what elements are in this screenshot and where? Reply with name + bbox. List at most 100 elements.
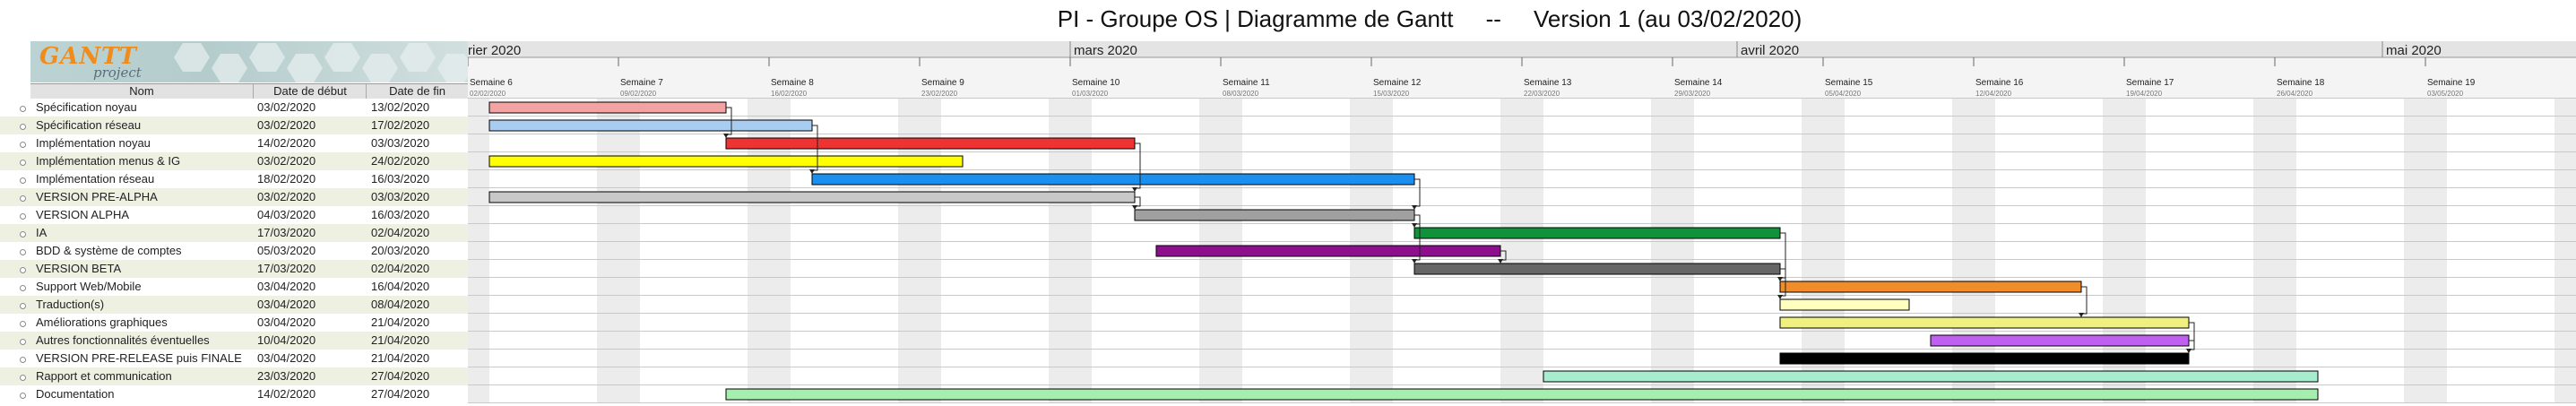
task-start-date: 23/03/2020 [257, 369, 316, 383]
task-name: BDD & système de comptes [36, 244, 182, 257]
task-bar [1155, 245, 1501, 257]
task-row[interactable]: Documentation 14/02/2020 27/04/2020 [0, 385, 468, 403]
weekend-band [468, 99, 489, 403]
task-bullet-icon [20, 285, 26, 291]
task-row[interactable]: Traduction(s) 03/04/2020 08/04/2020 [0, 296, 468, 314]
task-name: Traduction(s) [36, 298, 105, 311]
column-header-start[interactable]: Date de début [253, 84, 367, 99]
week-label: Semaine 16 [1975, 78, 2024, 88]
task-name: VERSION ALPHA [36, 208, 130, 221]
week-date: 01/03/2020 [1072, 90, 1109, 98]
task-row[interactable]: Spécification réseau 03/02/2020 17/02/2020 [0, 117, 468, 134]
task-bullet-icon [20, 142, 26, 148]
task-end-date: 08/04/2020 [371, 298, 430, 311]
dependency-arrow [2186, 349, 2191, 353]
task-start-date: 03/02/2020 [257, 118, 316, 132]
task-end-date: 21/04/2020 [371, 315, 430, 329]
task-end-date: 03/03/2020 [371, 136, 430, 150]
task-start-date: 14/02/2020 [257, 387, 316, 401]
week-date: 09/02/2020 [620, 90, 657, 98]
task-bar [488, 101, 727, 114]
task-start-date: 17/03/2020 [257, 262, 316, 275]
task-end-date: 27/04/2020 [371, 387, 430, 401]
task-table-header: Nom Date de début Date de fin [30, 83, 468, 99]
task-start-date: 03/04/2020 [257, 280, 316, 293]
task-bar [1134, 209, 1415, 221]
hexagon-pattern [174, 43, 468, 82]
task-end-date: 02/04/2020 [371, 226, 430, 239]
column-header-end[interactable]: Date de fin [366, 84, 468, 99]
task-bar [488, 119, 813, 132]
week-date: 03/05/2020 [2427, 90, 2464, 98]
task-name: Spécification noyau [36, 100, 137, 114]
task-row[interactable]: Support Web/Mobile 03/04/2020 16/04/2020 [0, 278, 468, 296]
task-bullet-icon [20, 303, 26, 309]
dependency-line [2188, 322, 2195, 353]
column-header-name[interactable]: Nom [30, 84, 253, 99]
task-end-date: 16/03/2020 [371, 172, 430, 186]
week-date: 26/04/2020 [2277, 90, 2313, 98]
dependency-line [1413, 178, 1421, 210]
task-row[interactable]: VERSION PRE-ALPHA 03/02/2020 03/03/2020 [0, 188, 468, 206]
task-name: Rapport et communication [36, 369, 172, 383]
task-bar [725, 137, 1136, 150]
task-bar [1779, 352, 2190, 365]
logo-subtext: project [93, 65, 142, 81]
task-row[interactable]: Implémentation réseau 18/02/2020 16/03/202… [0, 170, 468, 188]
task-row[interactable]: VERSION ALPHA 04/03/2020 16/03/2020 [0, 206, 468, 224]
task-bar [1543, 370, 2319, 383]
task-bullet-icon [20, 213, 26, 220]
task-row[interactable]: VERSION BETA 17/03/2020 02/04/2020 [0, 260, 468, 278]
task-name: IA [36, 226, 48, 239]
task-bullet-icon [20, 106, 26, 112]
week-date: 12/04/2020 [1975, 90, 2012, 98]
task-name: Implémentation noyau [36, 136, 151, 150]
week-label: Semaine 19 [2427, 78, 2476, 88]
dependency-arrow [1412, 259, 1417, 263]
weekend-band [618, 99, 640, 403]
month-label: mai 2020 [2386, 43, 2442, 58]
week-date: 16/02/2020 [771, 90, 808, 98]
task-end-date: 03/03/2020 [371, 190, 430, 203]
weekend-band [1673, 99, 1694, 403]
task-bar [488, 191, 1136, 203]
task-row[interactable]: VERSION PRE-RELEASE puis FINALE 03/04/202… [0, 350, 468, 367]
task-start-date: 14/02/2020 [257, 136, 316, 150]
task-row[interactable]: Améliorations graphiques 03/04/2020 21/04/… [0, 314, 468, 332]
dependency-arrow [809, 169, 815, 174]
task-row[interactable]: BDD & système de comptes 05/03/2020 20/03/… [0, 242, 468, 260]
month-label: avril 2020 [1741, 43, 1799, 58]
week-label: Semaine 14 [1674, 78, 1723, 88]
task-start-date: 18/02/2020 [257, 172, 316, 186]
dependency-arrow [2079, 313, 2084, 317]
task-name: Améliorations graphiques [36, 315, 168, 329]
task-start-date: 04/03/2020 [257, 208, 316, 221]
task-start-date: 03/04/2020 [257, 351, 316, 365]
task-row[interactable]: IA 17/03/2020 02/04/2020 [0, 224, 468, 242]
task-bullet-icon [20, 339, 26, 345]
task-bullet-icon [20, 321, 26, 327]
task-row[interactable]: Implémentation menus & IG 03/02/2020 24/02… [0, 152, 468, 170]
task-row[interactable]: Rapport et communication 23/03/2020 27/04/… [0, 367, 468, 385]
task-bullet-icon [20, 177, 26, 184]
task-name: VERSION BETA [36, 262, 122, 275]
week-label: Semaine 18 [2277, 78, 2325, 88]
dependency-arrow [1777, 277, 1783, 281]
week-date: 29/03/2020 [1674, 90, 1711, 98]
week-label: Semaine 6 [470, 78, 513, 88]
task-name: VERSION PRE-RELEASE puis FINALE [36, 351, 242, 365]
task-name: Support Web/Mobile [36, 280, 142, 293]
task-row[interactable]: Autres fonctionnalités éventuelles 10/04/… [0, 332, 468, 350]
task-start-date: 03/02/2020 [257, 190, 316, 203]
task-end-date: 21/04/2020 [371, 333, 430, 347]
task-row[interactable]: Spécification noyau 03/02/2020 13/02/2020 [0, 99, 468, 117]
task-row[interactable]: Implémentation noyau 14/02/2020 03/03/2020 [0, 134, 468, 152]
task-start-date: 17/03/2020 [257, 226, 316, 239]
dependency-arrow [1132, 187, 1137, 192]
task-bar [1413, 227, 1781, 239]
weekend-band [2554, 99, 2576, 403]
week-label: Semaine 11 [1223, 78, 1270, 88]
week-label: Semaine 13 [1524, 78, 1572, 88]
task-bullet-icon [20, 160, 26, 166]
task-bar [1413, 263, 1781, 275]
